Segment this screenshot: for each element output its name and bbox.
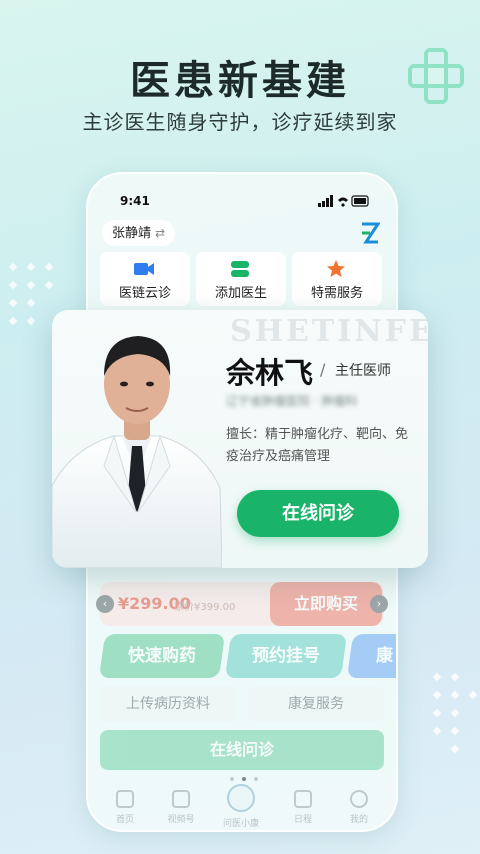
add-doctor-icon	[231, 261, 249, 277]
star-icon	[327, 260, 345, 277]
doctor-hospital: 辽宁省肿瘤医院 · 肿瘤科	[226, 394, 358, 408]
video-camera-icon	[134, 263, 154, 275]
doctor-specialty: 擅长：精于肿瘤化疗、靶向、免疫治疗及癌痛管理	[226, 427, 409, 464]
book-appointment-button[interactable]: 康预约挂号	[224, 634, 348, 678]
signal-wifi-battery-icon	[318, 195, 369, 207]
quick-action-add-doctor[interactable]: 添加医生	[196, 252, 286, 306]
user-switcher[interactable]: 张静靖 ⇄	[102, 220, 176, 246]
doctor-portrait	[52, 336, 222, 568]
tab-mine[interactable]: 我的	[334, 790, 384, 825]
doctor-title: 主任医师	[335, 363, 391, 379]
tab-schedule[interactable]: 日程	[278, 790, 328, 825]
assistant-globe-icon	[227, 784, 255, 812]
quick-action-cloud-consult[interactable]: 医链云诊	[100, 252, 190, 306]
video-icon	[172, 790, 190, 808]
status-bar: 9:41	[88, 194, 396, 210]
tab-assistant[interactable]: 问医小康	[216, 784, 266, 829]
online-consult-button[interactable]: 在线问诊	[237, 490, 399, 537]
quick-actions: 医链云诊 添加医生 特需服务	[100, 252, 386, 306]
status-time: 9:41	[120, 194, 150, 208]
buy-now-button[interactable]: 立即购买	[270, 582, 382, 626]
tab-label: 问医小康	[222, 819, 259, 829]
quick-action-label: 医链云诊	[118, 286, 171, 301]
profile-icon	[350, 790, 368, 808]
product-row: ‹ ¥299.00 原价¥399.00 立即购买 ›	[96, 582, 388, 626]
quick-action-special-service[interactable]: 特需服务	[292, 252, 382, 306]
tab-label: 视频号	[167, 815, 195, 825]
calendar-icon	[294, 790, 312, 808]
medical-cross-icon	[408, 48, 464, 104]
tab-label: 日程	[293, 815, 312, 825]
product-original-price: 原价¥399.00	[174, 602, 236, 613]
swap-icon: ⇄	[155, 226, 166, 240]
rehab-service-button[interactable]: 康复服务	[248, 686, 384, 722]
tab-label: 我的	[349, 815, 368, 825]
tab-bar: 首页 视频号 问医小康 日程 我的	[88, 784, 396, 830]
prev-arrow-icon[interactable]: ‹	[96, 595, 114, 613]
name-watermark: SHETINFEI	[230, 314, 428, 349]
online-consult-bottom-button[interactable]: 在线问诊	[100, 730, 384, 770]
user-name: 张静靖	[112, 226, 152, 241]
tab-label: 首页	[115, 815, 134, 825]
pager-dots	[230, 777, 258, 781]
doctor-card: SHETINFEI 佘林飞 / 主任医师 辽宁省肿瘤医院 · 肿瘤科 擅长：精于…	[52, 310, 428, 568]
next-arrow-icon[interactable]: ›	[370, 595, 388, 613]
tab-home[interactable]: 首页	[100, 790, 150, 825]
doctor-name: 佘林飞	[226, 356, 314, 390]
quick-action-label: 特需服务	[310, 286, 363, 301]
upload-records-button[interactable]: 上传病历资料	[100, 686, 236, 722]
tab-video[interactable]: 视频号	[156, 790, 206, 825]
decor-dots-right	[432, 672, 478, 754]
title-separator: /	[320, 360, 326, 379]
quick-buy-medicine-button[interactable]: 快速购药	[98, 634, 226, 678]
home-icon	[116, 790, 134, 808]
subline: 主诊医生随身守护，诊疗延续到家	[82, 110, 398, 134]
rehab-pill-button[interactable]: 康	[346, 634, 396, 678]
quick-action-label: 添加医生	[214, 286, 267, 301]
brand-logo-icon	[362, 222, 380, 244]
